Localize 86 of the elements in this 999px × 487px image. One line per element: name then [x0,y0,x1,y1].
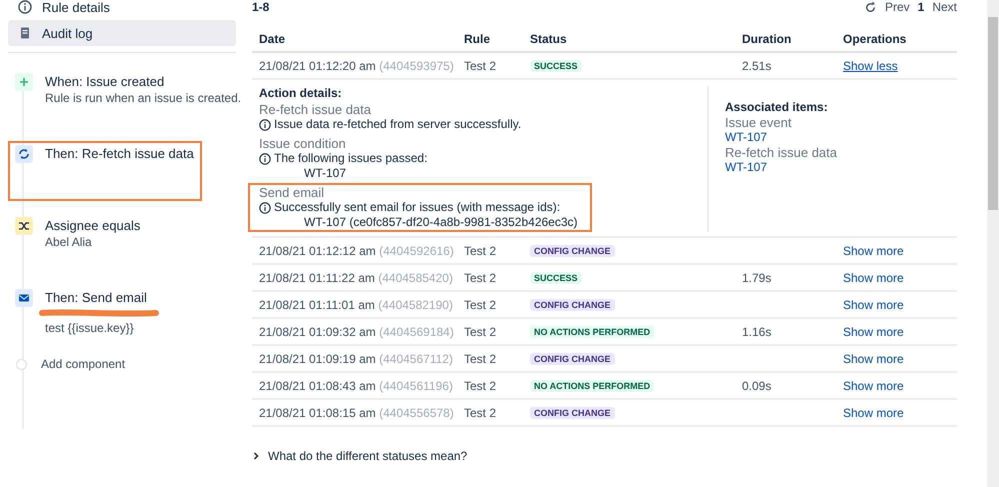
step-title: Then: Send email [45,289,148,306]
plus-icon [15,73,33,91]
date-cell-text: 21/08/21 01:12:12 am (4404592616) [259,244,455,258]
show-more-link[interactable]: Show more [843,378,904,392]
associated-heading: Associated items: [725,100,829,115]
rule-cell-text: Test 2 [464,298,498,312]
status-lozenge: CONFIG CHANGE [530,244,614,256]
rule-step[interactable]: When: Issue created Rule is run when an issue is created. [8,69,244,129]
status-lozenge: CONFIG CHANGE [530,298,614,310]
next-link[interactable]: Next [932,0,957,14]
action-item: WT-107 [303,166,348,181]
action-message: The following issues passed: [274,151,428,166]
add-component-link[interactable]: Add component [41,357,126,371]
show-more-link[interactable]: Show more [843,406,904,420]
rule-step[interactable]: Then: Send email test {{issue.key}} [8,285,202,345]
status-lozenge: NO ACTIONS PERFORMED [530,380,654,392]
action-name: Issue condition [259,136,347,151]
status-lozenge: CONFIG CHANGE [530,406,614,418]
document-icon [18,26,32,40]
action-message: Successfully sent email for issues (with message ids): [274,200,560,215]
step-description: test {{issue.key}} [45,320,135,337]
envelope-icon [15,289,33,307]
show-more-link[interactable]: Show more [843,244,904,258]
step-description: Rule is run when an issue is created. [45,90,242,107]
action-message: Issue data re-fetched from server successfully. [274,117,522,132]
associated-label: Re-fetch issue data [725,145,838,160]
issue-link[interactable]: WT-107 [725,160,768,174]
date-cell-text: 21/08/21 01:08:43 am (4404561196) [259,378,454,392]
date-cell-text: 21/08/21 01:11:22 am (4404585420) [259,270,454,284]
duration-cell-text: 1.79s [742,270,772,284]
scrollbar[interactable] [987,0,999,487]
column-header: Date [259,32,286,46]
duration-cell-text: 1.16s [742,324,772,338]
status-lozenge: NO ACTIONS PERFORMED [530,326,654,338]
rule-cell-text: Test 2 [464,58,498,72]
status-lozenge: SUCCESS [530,60,582,72]
status-lozenge: SUCCESS [530,272,582,284]
column-header: Operations [843,32,908,46]
date-cell-text: 21/08/21 01:09:32 am (4404569184) [259,324,455,338]
result-range: 1-8 [252,0,270,14]
action-name: Re-fetch issue data [259,102,372,117]
info-icon [259,202,271,214]
column-header: Rule [464,32,492,46]
step-title: Assignee equals [45,217,140,234]
statuses-help-toggle[interactable]: What do the different statuses mean? [268,449,468,463]
duration-cell-text: 2.51s [742,58,772,72]
step-title: Then: Re-fetch issue data [45,145,194,162]
info-icon [259,118,271,130]
refresh-icon[interactable] [864,0,877,14]
duration-cell-text: 0.09s [742,378,772,392]
action-item: WT-107 (ce0fc857-df20-4a8b-9981-8352b426ec3c) [303,215,578,230]
rule-cell-text: Test 2 [464,406,498,420]
page-number[interactable]: 1 [918,0,924,14]
rule-cell-text: Test 2 [464,270,498,284]
info-icon [18,0,32,14]
column-header: Duration [742,32,792,46]
show-more-link[interactable]: Show more [843,352,904,366]
show-more-link[interactable]: Show more [843,270,904,284]
issue-link[interactable]: WT-107 [725,130,768,144]
date-cell-text: 21/08/21 01:09:19 am (4404567112) [259,352,454,366]
highlighted-step[interactable]: Then: Re-fetch issue data [8,141,202,201]
date-cell-text: 21/08/21 01:08:15 am (4404556578) [259,406,455,420]
rule-cell-text: Test 2 [464,378,498,392]
show-more-link[interactable]: Show more [843,324,904,338]
date-cell-text: 21/08/21 01:11:01 am (4404582190) [259,298,454,312]
column-header: Status [530,32,568,46]
step-title: When: Issue created [45,73,166,90]
info-icon [259,152,271,164]
sidebar-item[interactable]: Audit log [8,20,236,46]
prev-link[interactable]: Prev [884,0,910,14]
rule-cell-text: Test 2 [464,324,498,338]
refresh-icon [15,145,33,163]
date-cell-text: 21/08/21 01:12:20 am (4404593975) [259,58,455,72]
rule-cell-text: Test 2 [464,352,498,366]
show-less-link[interactable]: Show less [843,58,898,72]
details-heading: Action details: [259,86,343,100]
status-lozenge: CONFIG CHANGE [530,352,614,364]
show-more-link[interactable]: Show more [843,298,904,312]
action-name: Send email [259,185,326,200]
rule-cell-text: Test 2 [464,244,498,258]
shuffle-icon [15,217,33,235]
associated-label: Issue event [725,115,792,130]
step-description: Abel Alia [45,234,93,251]
chevron-icon [252,452,260,460]
sidebar-item[interactable]: Rule details [8,0,236,20]
rule-step[interactable]: Assignee equals Abel Alia [8,213,202,273]
